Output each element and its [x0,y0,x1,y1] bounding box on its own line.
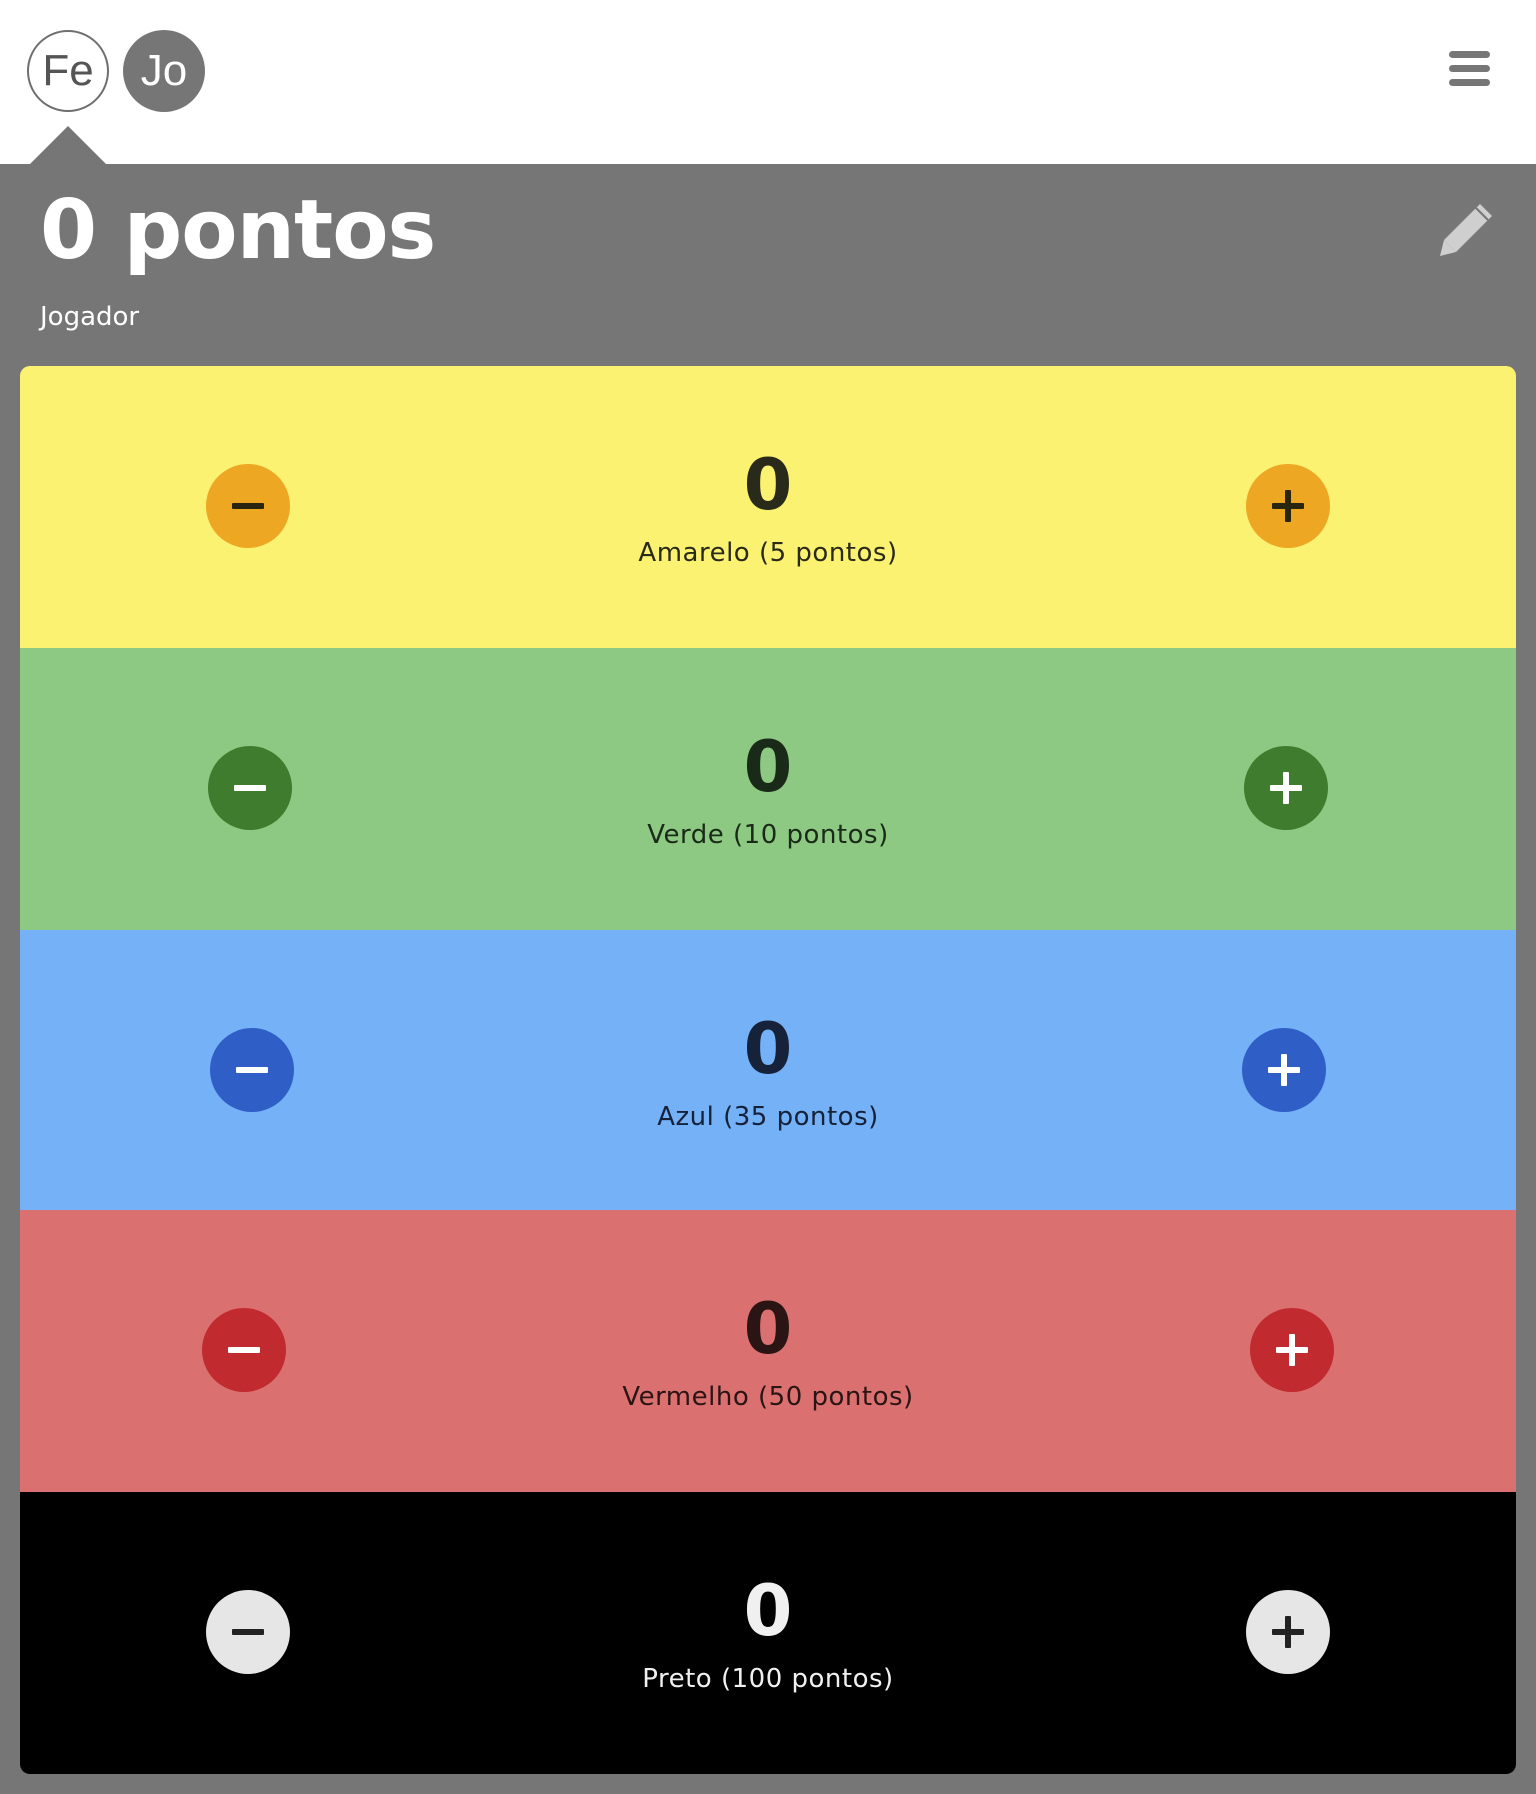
score-row-blue: 0 Azul (35 pontos) [20,930,1516,1210]
top-bar: Fe Jo [0,0,1536,164]
player-avatar-fe[interactable]: Fe [27,30,109,112]
pencil-icon[interactable] [1436,200,1496,260]
increment-button-yellow[interactable] [1246,464,1330,548]
player-name: Jogador [40,302,140,332]
increment-button-blue[interactable] [1242,1028,1326,1112]
player-avatar-jo[interactable]: Jo [123,30,205,112]
score-row-black: 0 Preto (100 pontos) [20,1492,1516,1774]
increment-button-red[interactable] [1250,1308,1334,1392]
score-rows: 0 Amarelo (5 pontos) 0 Verde (10 pontos) 0 Az… [20,366,1516,1774]
hamburger-menu-icon[interactable] [1446,48,1494,90]
increment-button-black[interactable] [1246,1590,1330,1674]
player-panel-header: 0 pontos Jogador [0,164,1536,366]
score-row-red: 0 Vermelho (50 pontos) [20,1210,1516,1492]
score-row-yellow: 0 Amarelo (5 pontos) [20,366,1516,648]
score-row-green: 0 Verde (10 pontos) [20,648,1516,930]
total-score: 0 pontos [40,183,436,278]
increment-button-green[interactable] [1244,746,1328,830]
active-player-pointer [30,126,106,164]
